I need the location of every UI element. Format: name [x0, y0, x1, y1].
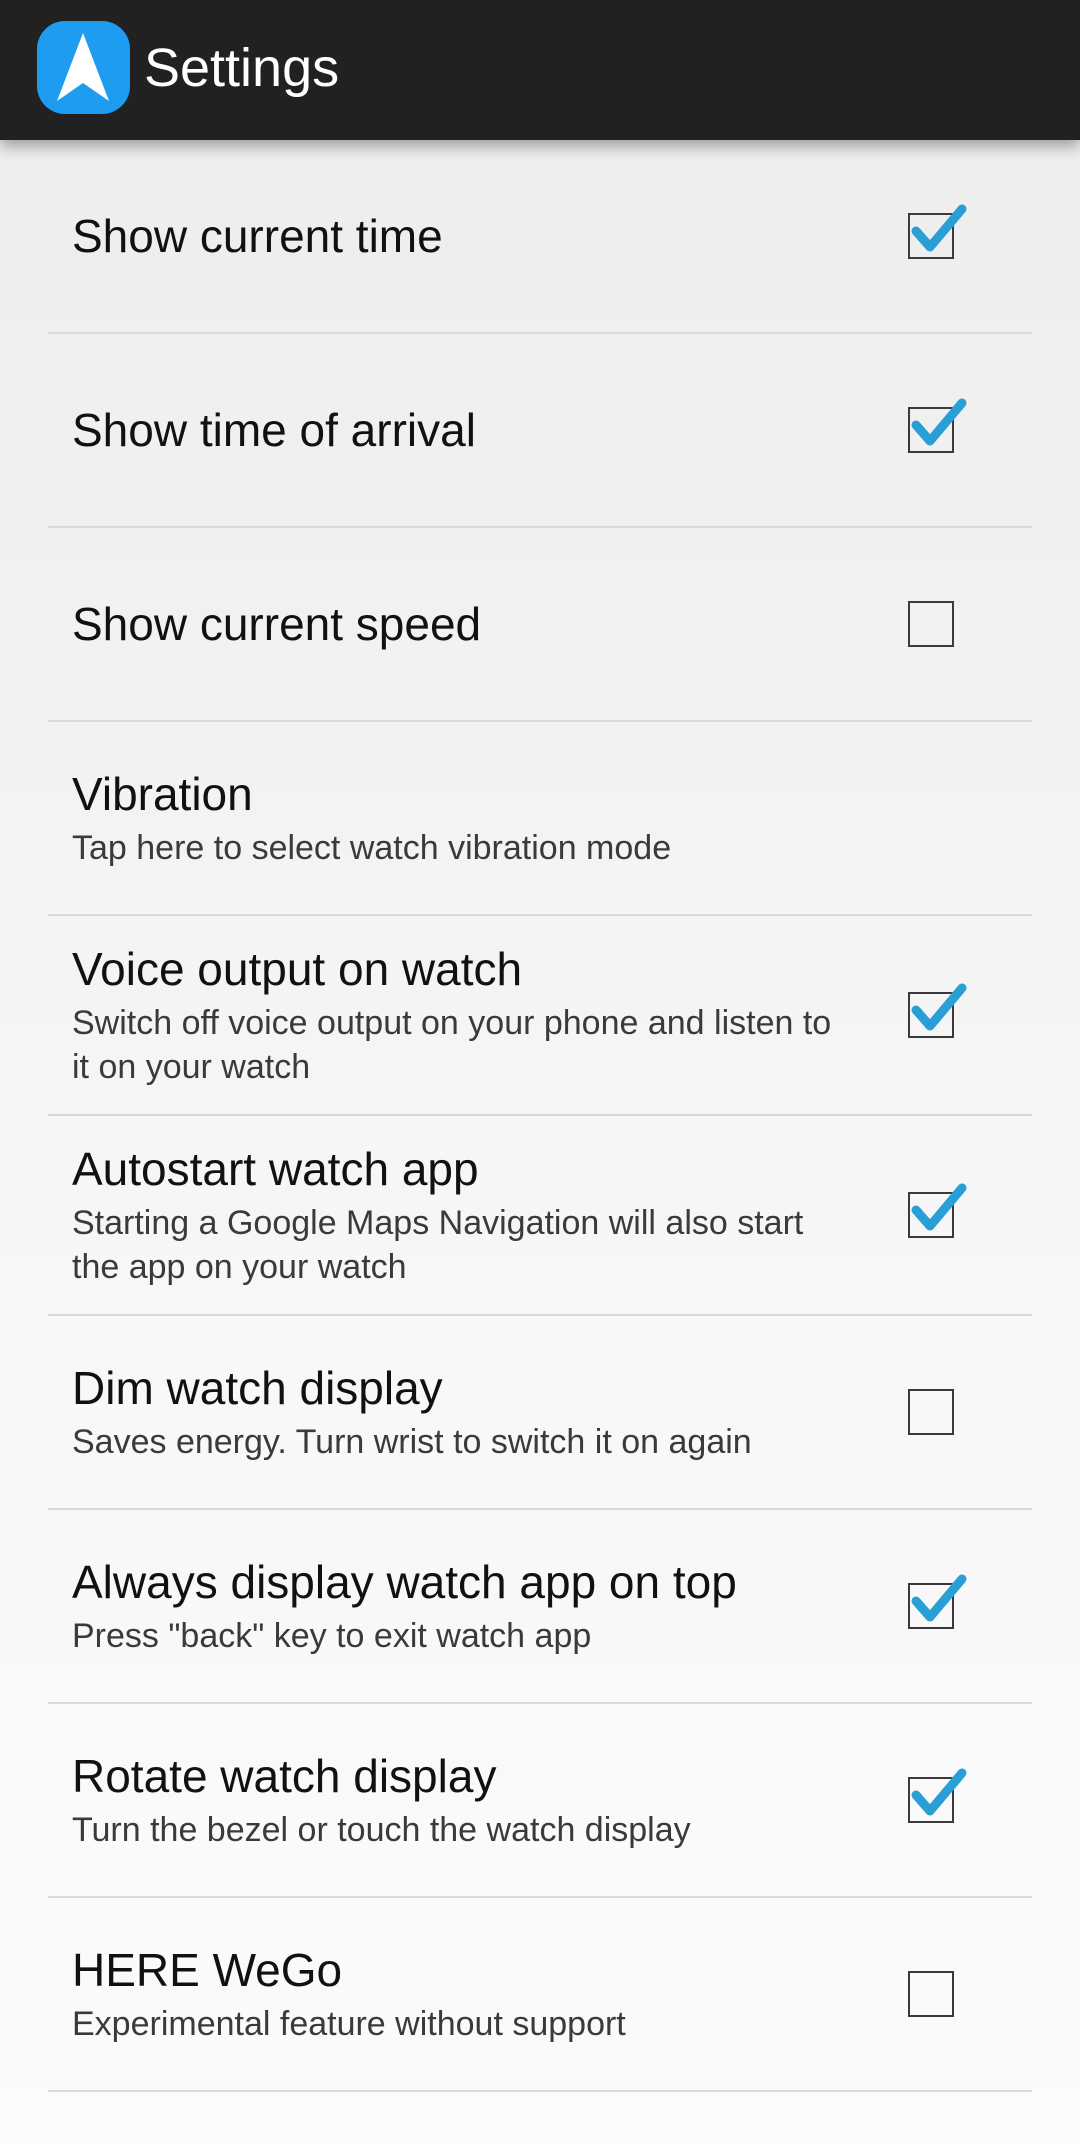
- here-wego-checkbox[interactable]: [908, 1971, 954, 2017]
- setting-show-current-time[interactable]: Show current time: [48, 140, 1032, 334]
- setting-title: Show current time: [72, 210, 443, 262]
- checkmark-icon: [911, 1183, 967, 1231]
- dim-watch-display-checkbox[interactable]: [908, 1389, 954, 1435]
- setting-rotate-watch-display[interactable]: Rotate watch display Turn the bezel or t…: [48, 1704, 1032, 1898]
- setting-subtitle: Turn the bezel or touch the watch displa…: [72, 1811, 691, 1849]
- setting-show-current-speed[interactable]: Show current speed: [48, 528, 1032, 722]
- setting-subtitle: Tap here to select watch vibration mode: [72, 829, 672, 867]
- navigation-arrow-icon[interactable]: [37, 21, 130, 114]
- setting-text: HERE WeGo Experimental feature without s…: [72, 1942, 852, 2046]
- setting-text: Show time of arrival: [72, 402, 852, 458]
- setting-title: Show current speed: [72, 598, 482, 650]
- setting-always-display-on-top[interactable]: Always display watch app on top Press "b…: [48, 1510, 1032, 1704]
- show-current-speed-checkbox[interactable]: [908, 601, 954, 647]
- setting-title: Autostart watch app: [72, 1143, 479, 1195]
- checkmark-icon: [911, 1574, 967, 1622]
- page-title: Settings: [144, 38, 340, 98]
- settings-list: Show current time Show time of arrival S…: [0, 140, 1080, 2092]
- checkmark-icon: [911, 204, 967, 252]
- setting-text: Autostart watch app Starting a Google Ma…: [72, 1141, 852, 1289]
- setting-text: Show current time: [72, 208, 852, 264]
- setting-text: Show current speed: [72, 596, 852, 652]
- setting-dim-watch-display[interactable]: Dim watch display Saves energy. Turn wri…: [48, 1316, 1032, 1510]
- checkmark-icon: [911, 1768, 967, 1816]
- setting-title: Show time of arrival: [72, 404, 476, 456]
- setting-title: Always display watch app on top: [72, 1556, 737, 1608]
- setting-title: Vibration: [72, 768, 253, 820]
- rotate-watch-display-checkbox[interactable]: [908, 1768, 967, 1823]
- setting-title: Dim watch display: [72, 1362, 443, 1414]
- app-bar: Settings: [0, 0, 1080, 140]
- setting-subtitle: Switch off voice output on your phone an…: [72, 1004, 832, 1086]
- setting-subtitle: Saves energy. Turn wrist to switch it on…: [72, 1423, 752, 1461]
- setting-subtitle: Press "back" key to exit watch app: [72, 1617, 592, 1655]
- setting-vibration[interactable]: Vibration Tap here to select watch vibra…: [48, 722, 1032, 916]
- setting-autostart-watch-app[interactable]: Autostart watch app Starting a Google Ma…: [48, 1116, 1032, 1316]
- voice-output-on-watch-checkbox[interactable]: [908, 983, 967, 1038]
- setting-voice-output-on-watch[interactable]: Voice output on watch Switch off voice o…: [48, 916, 1032, 1116]
- setting-show-time-of-arrival[interactable]: Show time of arrival: [48, 334, 1032, 528]
- setting-subtitle: Starting a Google Maps Navigation will a…: [72, 1204, 804, 1286]
- setting-text: Dim watch display Saves energy. Turn wri…: [72, 1360, 852, 1464]
- checkmark-icon: [911, 398, 967, 446]
- show-current-time-checkbox[interactable]: [908, 204, 967, 259]
- checkmark-icon: [911, 983, 967, 1031]
- setting-title: Rotate watch display: [72, 1750, 497, 1802]
- show-time-of-arrival-checkbox[interactable]: [908, 398, 967, 453]
- setting-here-wego[interactable]: HERE WeGo Experimental feature without s…: [48, 1898, 1032, 2092]
- setting-text: Always display watch app on top Press "b…: [72, 1554, 852, 1658]
- setting-title: Voice output on watch: [72, 943, 523, 995]
- autostart-watch-app-checkbox[interactable]: [908, 1183, 967, 1238]
- setting-text: Rotate watch display Turn the bezel or t…: [72, 1748, 852, 1852]
- setting-text: Vibration Tap here to select watch vibra…: [72, 766, 852, 870]
- setting-text: Voice output on watch Switch off voice o…: [72, 941, 852, 1089]
- setting-title: HERE WeGo: [72, 1944, 343, 1996]
- setting-subtitle: Experimental feature without support: [72, 2005, 626, 2043]
- always-display-on-top-checkbox[interactable]: [908, 1574, 967, 1629]
